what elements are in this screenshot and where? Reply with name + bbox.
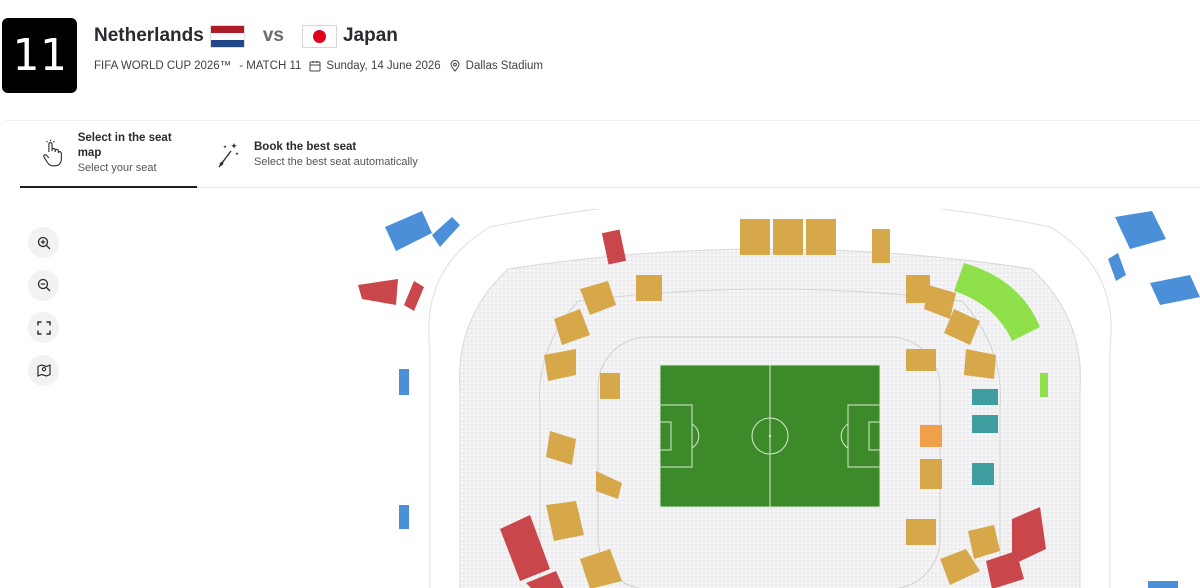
map-toolbar	[28, 227, 59, 397]
location-pin-icon	[450, 60, 460, 72]
section-block[interactable]	[906, 519, 936, 545]
section-block[interactable]	[972, 389, 998, 405]
vs-label: vs	[262, 25, 284, 46]
section-block[interactable]	[1040, 373, 1048, 397]
match-label: - MATCH 11	[239, 60, 302, 72]
magic-wand-icon	[218, 142, 239, 167]
seat-selection-panel: Select in the seat map Select your seat …	[0, 120, 1200, 588]
section-block[interactable]	[920, 425, 942, 447]
section-block[interactable]	[600, 373, 620, 399]
section-block[interactable]	[404, 281, 424, 311]
section-block[interactable]	[740, 219, 770, 255]
section-block[interactable]	[1108, 253, 1126, 281]
hand-pointer-icon	[43, 139, 62, 166]
section-block[interactable]	[399, 369, 409, 395]
fullscreen-icon	[36, 320, 51, 335]
away-team-name: Japan	[342, 25, 398, 46]
section-block[interactable]	[972, 415, 998, 433]
section-block[interactable]	[636, 275, 662, 301]
section-block[interactable]	[399, 505, 409, 529]
japan-flag-icon	[301, 24, 337, 48]
venue-name: Dallas Stadium	[465, 60, 543, 72]
section-block[interactable]	[385, 211, 432, 251]
stadium-seat-map[interactable]	[340, 209, 1200, 588]
football-pitch	[659, 364, 881, 508]
tab-select-in-seat-map[interactable]: Select in the seat map Select your seat	[20, 121, 197, 188]
competition-label: FIFA WORLD CUP 2026™	[94, 60, 232, 72]
match-number-badge: 11	[2, 18, 77, 93]
teams-row: Netherlands vs Japan	[94, 22, 398, 50]
zoom-in-icon	[37, 236, 50, 249]
zoom-out-icon	[37, 278, 50, 292]
match-header: 11 Netherlands vs Japan FIFA WORLD CUP 2…	[0, 0, 1200, 118]
section-block[interactable]	[920, 459, 942, 489]
match-meta: FIFA WORLD CUP 2026™ - MATCH 11 Sunday, …	[94, 60, 543, 72]
section-block[interactable]	[872, 229, 890, 263]
match-date: Sunday, 14 June 2026	[326, 60, 441, 72]
section-block[interactable]	[806, 219, 836, 255]
zoom-out-button[interactable]	[28, 269, 59, 301]
section-block[interactable]	[1150, 275, 1200, 305]
section-block[interactable]	[358, 279, 398, 305]
tab-book-best-seat[interactable]: Book the best seat Select the best seat …	[216, 121, 418, 188]
tab-subtitle: Select the best seat automatically	[254, 155, 418, 168]
map-view-button[interactable]	[28, 354, 59, 386]
section-block[interactable]	[1148, 581, 1178, 588]
fullscreen-button[interactable]	[28, 312, 59, 343]
home-team-name: Netherlands	[94, 25, 204, 46]
tab-title: Book the best seat	[254, 140, 357, 153]
zoom-in-button[interactable]	[28, 227, 59, 258]
selection-mode-tabs: Select in the seat map Select your seat …	[20, 121, 1200, 188]
tab-subtitle: Select your seat	[77, 162, 157, 174]
section-block[interactable]	[906, 349, 936, 371]
section-block[interactable]	[972, 463, 994, 485]
section-block[interactable]	[1115, 211, 1166, 249]
section-block[interactable]	[773, 219, 803, 255]
netherlands-flag-icon	[209, 24, 245, 48]
calendar-icon	[309, 61, 321, 72]
section-block[interactable]	[432, 217, 460, 247]
tab-title: Select in the seat map	[77, 132, 172, 159]
map-pin-icon	[36, 364, 51, 377]
